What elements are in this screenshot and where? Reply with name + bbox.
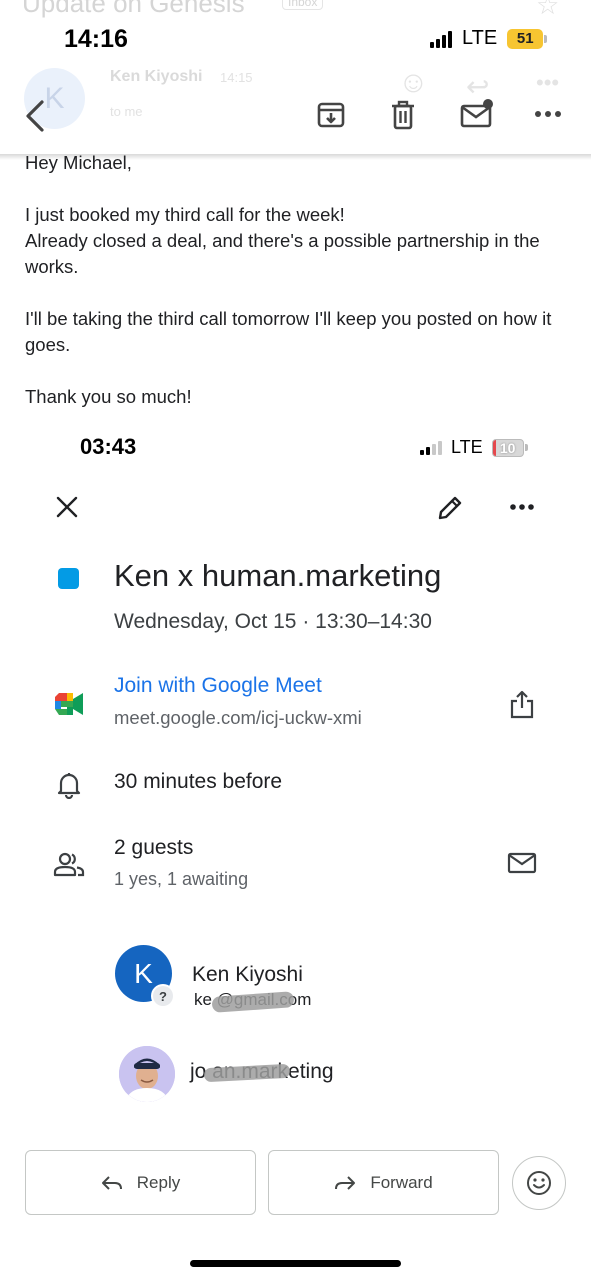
guest-name: Ken Kiyoshi [192, 963, 303, 986]
reminder-text[interactable]: 30 minutes before [114, 770, 282, 794]
trash-icon[interactable] [385, 97, 421, 133]
event-more-icon[interactable] [508, 500, 536, 514]
status-time: 14:16 [64, 25, 128, 53]
forward-arrow-icon [335, 1175, 356, 1190]
event-color-square [58, 568, 79, 589]
share-icon[interactable] [508, 688, 536, 720]
embedded-status-time: 03:43 [80, 434, 137, 459]
email-subject: Update on Genesis [22, 0, 245, 18]
guest-initial: K [134, 957, 153, 989]
meet-url[interactable]: meet.google.com/icj-uckw-xmi [114, 707, 362, 729]
reply-button[interactable]: Reply [25, 1150, 256, 1215]
reply-label: Reply [136, 1172, 181, 1192]
guests-icon [52, 850, 86, 878]
close-icon[interactable] [54, 494, 80, 520]
signal-strength-icon [430, 30, 452, 48]
smiley-icon [527, 1171, 551, 1195]
email-line: I just booked my third call for the week… [25, 204, 345, 225]
guests-status: 1 yes, 1 awaiting [114, 869, 249, 889]
embedded-status-indicators: LTE 10 [420, 437, 528, 458]
event-datetime: Wednesday, Oct 15 · 13:30–14:30 [114, 610, 432, 633]
emoji-reaction-button[interactable] [512, 1156, 566, 1210]
google-meet-icon [52, 690, 86, 718]
sender-name: Ken Kiyoshi [110, 68, 203, 85]
email-greeting: Hey Michael, [25, 152, 132, 173]
bell-icon [55, 770, 83, 800]
battery-icon: 51 [507, 28, 548, 49]
guests-count: 2 guests [114, 836, 194, 859]
edit-pencil-icon[interactable] [434, 492, 466, 524]
battery-level: 51 [507, 28, 544, 49]
rsvp-unknown-badge: ? [151, 984, 175, 1008]
email-line: Already closed a deal, and there's a pos… [25, 230, 540, 277]
rsvp-status: ? [153, 986, 173, 1006]
embedded-battery-fill [492, 439, 496, 456]
forward-button[interactable]: Forward [268, 1150, 499, 1215]
inbox-label-chip[interactable]: Inbox [282, 0, 324, 10]
email-guests-icon[interactable] [506, 850, 538, 876]
embedded-network-type: LTE [451, 437, 483, 457]
sent-time: 14:15 [220, 70, 253, 85]
forward-label: Forward [370, 1172, 433, 1192]
email-closing: Thank you so much! [25, 386, 192, 407]
embedded-signal-icon [420, 440, 442, 455]
email-body: Hey Michael, I just booked my third call… [25, 150, 570, 410]
more-icon[interactable] [532, 100, 564, 128]
event-title: Ken x human.marketing [114, 558, 442, 593]
archive-icon[interactable] [313, 97, 349, 133]
status-indicators: LTE 51 [430, 27, 548, 50]
embedded-battery-icon: 10 [491, 438, 528, 457]
home-indicator[interactable] [190, 1260, 401, 1267]
reply-arrow-icon [101, 1175, 122, 1190]
network-type: LTE [462, 27, 498, 49]
embedded-battery-level: 10 [499, 439, 516, 456]
email-toolbar [0, 88, 591, 156]
star-icon[interactable]: ☆ [536, 0, 559, 21]
back-arrow-icon[interactable] [20, 96, 50, 136]
email-line: I'll be taking the third call tomorrow I… [25, 308, 552, 355]
join-meet-link[interactable]: Join with Google Meet [114, 674, 322, 698]
guest-photo-avatar[interactable] [119, 1046, 175, 1102]
mark-unread-icon[interactable] [457, 96, 497, 132]
